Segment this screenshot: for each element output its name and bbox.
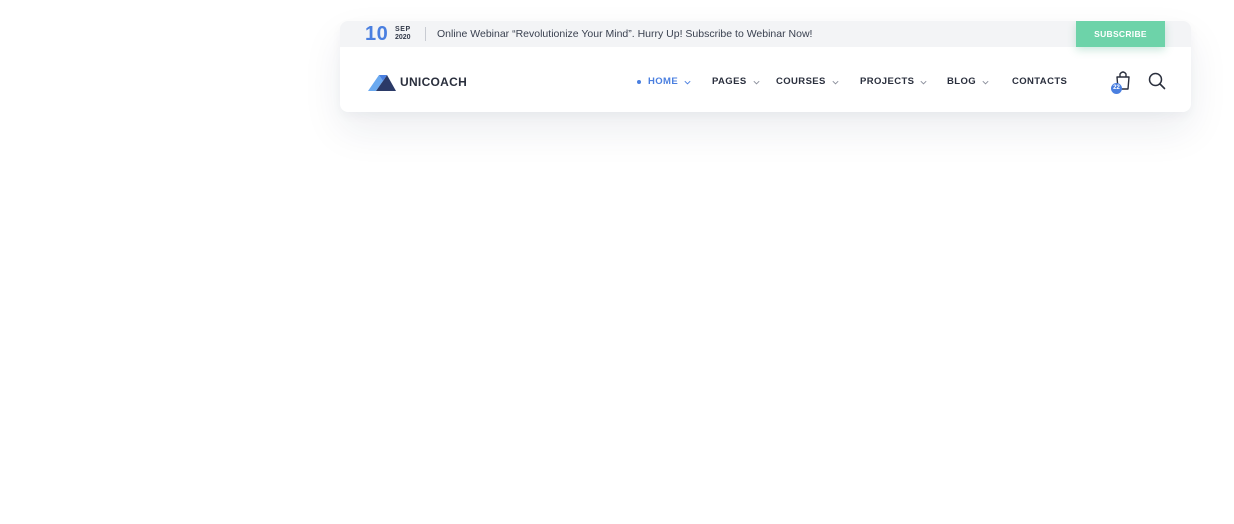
- chevron-down-icon: [753, 80, 760, 84]
- chevron-down-icon: [684, 80, 691, 84]
- announcement-text: Online Webinar “Revolutionize Your Mind”…: [437, 28, 813, 40]
- subscribe-button[interactable]: SUBSCRIBE: [1076, 21, 1165, 47]
- nav-contacts[interactable]: CONTACTS: [1012, 76, 1067, 88]
- divider: [425, 27, 426, 41]
- nav-projects-label: PROJECTS: [860, 76, 915, 87]
- date-day: 10: [365, 23, 389, 45]
- brand-name[interactable]: UNICOACH: [400, 74, 467, 90]
- nav-pages-label: PAGES: [712, 76, 747, 87]
- site-header: 10 SEP 2020 Online Webinar “Revolutioniz…: [340, 21, 1191, 112]
- chevron-down-icon: [832, 80, 839, 84]
- search-icon[interactable]: [1148, 72, 1166, 90]
- date-year: 2020: [395, 34, 411, 41]
- nav-blog-label: BLOG: [947, 76, 977, 87]
- nav-courses-label: COURSES: [776, 76, 826, 87]
- date-month: SEP: [395, 26, 411, 33]
- nav-home-label: HOME: [648, 76, 679, 87]
- nav-blog[interactable]: BLOG: [947, 76, 990, 88]
- nav-contacts-label: CONTACTS: [1012, 76, 1068, 87]
- nav-pages[interactable]: PAGES: [712, 76, 761, 88]
- nav-home[interactable]: HOME: [637, 76, 692, 88]
- chevron-down-icon: [920, 80, 927, 84]
- announcement-bar: 10 SEP 2020 Online Webinar “Revolutioniz…: [340, 21, 1191, 47]
- nav-courses[interactable]: COURSES: [776, 76, 840, 88]
- main-navbar: UNICOACH HOME PAGES COURSES PROJECTS BLO…: [340, 47, 1191, 112]
- active-dot: [637, 80, 641, 84]
- nav-projects[interactable]: PROJECTS: [860, 76, 928, 88]
- cart-count-badge: 22: [1111, 83, 1122, 94]
- chevron-down-icon: [982, 80, 989, 84]
- logo-mountain-icon[interactable]: [368, 73, 396, 91]
